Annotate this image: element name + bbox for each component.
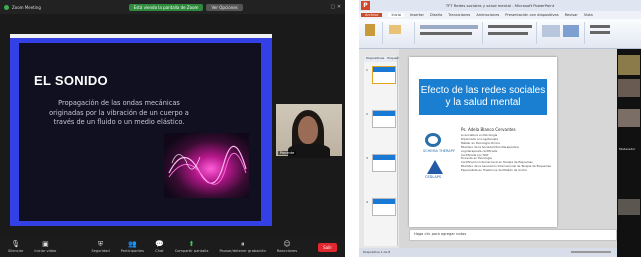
record-icon: ⏸ <box>240 240 245 248</box>
reactions-button[interactable]: ☺ Reacciones <box>277 240 297 254</box>
slide-body-text: Propagación de las ondas mecánicas origi… <box>49 99 189 127</box>
chat-button[interactable]: 💬 Chat <box>155 240 164 254</box>
shapes-gallery[interactable] <box>542 25 560 37</box>
tab-design[interactable]: Diseño <box>430 13 442 17</box>
sound-wave-image <box>164 133 249 198</box>
chat-icon: 💬 <box>155 240 164 248</box>
notes-input[interactable]: Haga clic para agregar notas <box>409 229 617 241</box>
author-name[interactable]: Ps. Adela Blanco Cervantes <box>461 127 516 132</box>
start-video-button[interactable]: ▣ Iniciar video <box>34 240 56 254</box>
find-button[interactable] <box>590 25 610 28</box>
tab-file[interactable]: Archivo <box>361 13 383 17</box>
slide-number: 4 <box>366 200 368 204</box>
slide-count-status: Diapositiva 1 de 8 <box>363 250 391 254</box>
schema-therapy-caption: SCHEMA THERAPY <box>423 149 455 153</box>
paragraph-group[interactable] <box>485 22 537 44</box>
slide-thumbnail[interactable] <box>372 110 396 128</box>
video-icon: ▣ <box>42 240 49 248</box>
zoom-status-icon <box>4 4 9 10</box>
ppt-title-bar: P TFT Redes sociales y salud mental - Mi… <box>359 0 641 11</box>
tab-transitions[interactable]: Transiciones <box>448 13 470 17</box>
powerpoint-window: P TFT Redes sociales y salud mental - Mi… <box>359 0 641 257</box>
cedlaps-caption: CEDLAPS <box>425 175 442 179</box>
shared-screen-top-bar <box>10 34 272 38</box>
cedlaps-logo-icon <box>427 160 443 174</box>
participants-icon: 👥 <box>127 240 137 248</box>
slides-panel-tabs: Diapositivas Esquema <box>364 56 401 62</box>
slide-thumbnail[interactable] <box>372 154 396 172</box>
slide-editor: Efecto de las redes sociales y la salud … <box>399 49 617 257</box>
tab-slideshow[interactable]: Presentación con diapositivas <box>505 13 558 17</box>
quick-styles-icon[interactable] <box>563 25 579 37</box>
drawing-group[interactable] <box>539 22 585 44</box>
ribbon-tabs: Archivo Inicio Insertar Diseño Transicio… <box>359 11 641 19</box>
current-slide[interactable]: Efecto de las redes sociales y la salud … <box>409 57 557 227</box>
screen-share-badge[interactable]: Está viendo la pantalla de Zoom <box>128 3 204 11</box>
tab-animations[interactable]: Animaciones <box>476 13 499 17</box>
replace-button[interactable] <box>590 31 610 34</box>
paste-icon <box>365 24 375 36</box>
slide-title-banner[interactable]: Efecto de las redes sociales y la salud … <box>419 79 547 115</box>
mic-icon: 🎙 <box>11 240 21 248</box>
slide-number: 2 <box>366 112 368 116</box>
slide-thumbnail[interactable] <box>372 198 396 216</box>
participants-button[interactable]: 👥 Participantes <box>121 240 144 254</box>
zoom-slider[interactable] <box>571 251 611 253</box>
shared-slide: EL SONIDO Propagación de las ondas mecán… <box>19 43 261 221</box>
participant-thumbnail[interactable] <box>618 199 640 215</box>
list-item: Especialista en Trastornos del Estado de… <box>461 168 528 173</box>
slide-number: 3 <box>366 156 368 160</box>
font-format-buttons[interactable] <box>420 32 472 35</box>
zoom-window: Zoom Meeting Está viendo la pantalla de … <box>0 0 345 257</box>
clipboard-group[interactable] <box>361 22 383 44</box>
participant-face <box>298 116 318 144</box>
schema-therapy-logo-icon <box>425 133 441 147</box>
window-controls-icon[interactable]: ▢ ✕ <box>331 4 342 10</box>
new-slide-icon <box>389 25 401 34</box>
end-meeting-button[interactable]: Salir <box>318 242 337 252</box>
ppt-window-title: TFT Redes sociales y salud mental - Micr… <box>445 3 555 8</box>
video-sidebar: Moderador <box>617 49 641 257</box>
powerpoint-logo-icon[interactable]: P <box>361 1 370 10</box>
slide-title: EL SONIDO <box>34 73 108 88</box>
participant-video[interactable]: Ponente <box>276 104 342 158</box>
share-screen-button[interactable]: ⬆ Compartir pantalla <box>175 240 209 254</box>
slides-group[interactable] <box>385 22 415 44</box>
share-icon: ⬆ <box>188 240 195 248</box>
ribbon <box>359 19 641 49</box>
participant-name-label: Moderador <box>619 147 636 151</box>
mute-button[interactable]: 🎙 Silenciar <box>8 240 23 254</box>
tab-home[interactable]: Inicio <box>388 13 404 17</box>
font-selector[interactable] <box>420 25 478 29</box>
record-button[interactable]: ⏸ Pausar/detener grabación <box>220 240 266 254</box>
view-options-button[interactable]: Ver Opciones <box>206 3 243 11</box>
editing-group[interactable] <box>587 22 617 44</box>
status-bar: Diapositiva 1 de 8 <box>359 248 617 257</box>
font-group[interactable] <box>417 22 483 44</box>
tab-insert[interactable]: Insertar <box>410 13 424 17</box>
participant-name-label: Ponente <box>278 151 297 155</box>
participant-thumbnail[interactable] <box>618 109 640 127</box>
security-button[interactable]: ⛨ Seguridad <box>91 240 109 254</box>
tab-slides[interactable]: Diapositivas <box>366 56 384 62</box>
tab-review[interactable]: Revisar <box>565 13 578 17</box>
zoom-top-bar: Zoom Meeting Está viendo la pantalla de … <box>0 0 345 14</box>
slide-thumbnail[interactable] <box>372 66 396 84</box>
zoom-toolbar: 🎙 Silenciar ▣ Iniciar video ⛨ Seguridad … <box>0 237 345 257</box>
shield-icon: ⛨ <box>97 240 104 248</box>
slides-panel: Diapositivas Esquema 1 2 3 4 <box>364 56 401 246</box>
credentials-list[interactable]: Licenciatura en Psicología Diplomado en … <box>461 133 551 173</box>
zoom-window-title: Zoom Meeting <box>12 4 41 10</box>
list-buttons[interactable] <box>488 25 532 28</box>
slide-number: 1 <box>366 68 368 72</box>
participant-thumbnail[interactable] <box>618 55 640 75</box>
reactions-icon: ☺ <box>283 240 291 248</box>
tab-view[interactable]: Vista <box>584 13 593 17</box>
participant-thumbnail[interactable] <box>618 79 640 97</box>
align-buttons[interactable] <box>488 32 528 35</box>
